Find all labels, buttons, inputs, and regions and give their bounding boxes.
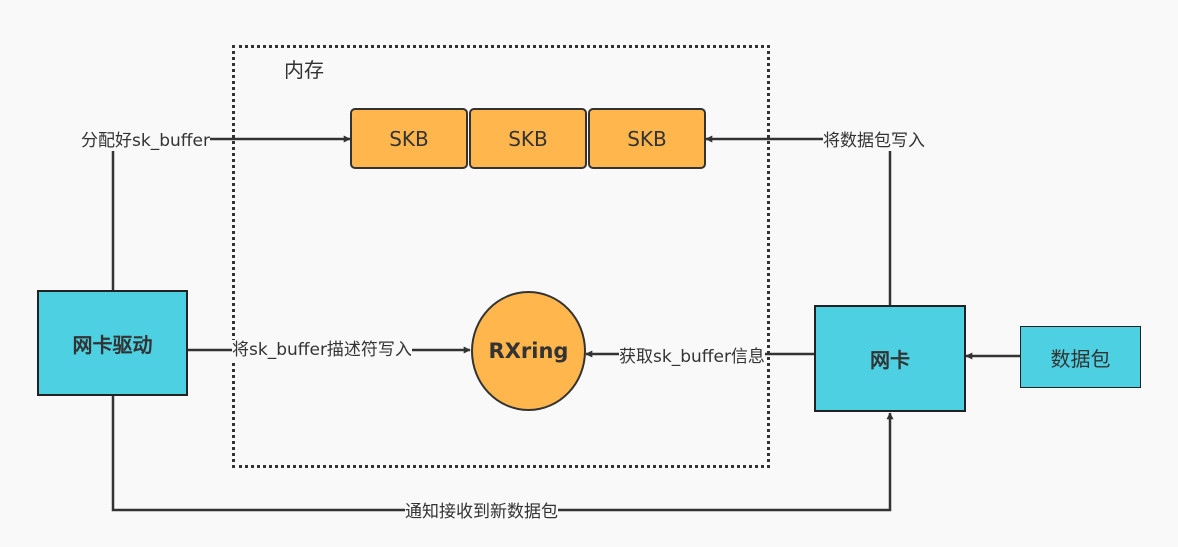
- diagram-canvas: 内存 SKB SKB SKB RXring 网卡驱动 网卡 数据包 分配好sk_…: [0, 0, 1178, 547]
- skb-block-3: SKB: [588, 108, 706, 169]
- packet-node: 数据包: [1020, 326, 1141, 388]
- edge-label-allocate: 分配好sk_buffer: [81, 131, 210, 151]
- rxring-node: RXring: [471, 291, 586, 411]
- edge-label-write-descriptor: 将sk_buffer描述符写入: [232, 340, 412, 360]
- edge-label-write-packet: 将数据包写入: [823, 131, 925, 151]
- edge-label-notify: 通知接收到新数据包: [405, 502, 558, 522]
- skb-block-2: SKB: [469, 108, 587, 169]
- nic-node: 网卡: [814, 305, 966, 412]
- nic-driver-node: 网卡驱动: [37, 290, 188, 396]
- skb-block-1: SKB: [350, 108, 468, 169]
- memory-title: 内存: [284, 58, 324, 82]
- edge-label-fetch-info: 获取sk_buffer信息: [619, 347, 765, 367]
